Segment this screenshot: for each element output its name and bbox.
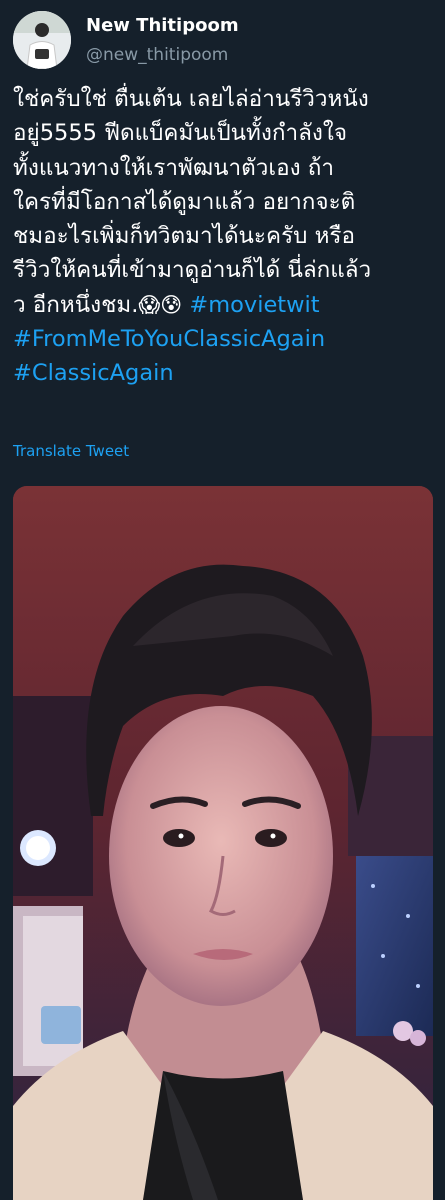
hashtag-link[interactable]: #ClassicAgain xyxy=(13,360,174,386)
tweet-text: ใช่ครับใช่ ตื่นเต้น เลยไล่อ่านรีวิวหนัง … xyxy=(13,82,433,391)
tweet-page: New Thitipoom @new_thitipoom ใช่ครับใช่ … xyxy=(0,0,445,1200)
tweet-text-fragment: ว อีกหนึ่งชม. xyxy=(13,291,139,318)
tweet-text-line: อยู่5555 ฟีดแบ็คมันเป็นทั้งกำลังใจ xyxy=(13,120,348,147)
avatar-photo-icon xyxy=(13,11,71,69)
tweet-text-line: ใช่ครับใช่ ตื่นเต้น เลยไล่อ่านรีวิวหนัง xyxy=(13,86,369,112)
user-handle[interactable]: @new_thitipoom xyxy=(86,44,228,66)
tweet-text-line: #ClassicAgain xyxy=(13,356,433,390)
tweet-text-line: ใครที่มีโอกาสได้ดูมาแล้ว อยากจะติ xyxy=(13,188,356,215)
tweet-media-photo[interactable] xyxy=(13,486,433,1200)
tweet-text-line: ทั้งแนวทางให้เราพัฒนาตัวเอง ถ้า xyxy=(13,154,335,181)
hashtag-link[interactable]: #FromMeToYouClassicAgain xyxy=(13,326,325,352)
hashtag-link[interactable]: #movietwit xyxy=(189,292,319,318)
translate-tweet-link[interactable]: Translate Tweet xyxy=(13,440,129,462)
display-name[interactable]: New Thitipoom xyxy=(86,15,239,37)
tweet-header: New Thitipoom @new_thitipoom xyxy=(13,11,433,71)
tweet-text-line: #FromMeToYouClassicAgain xyxy=(13,322,433,356)
avatar[interactable] xyxy=(13,11,71,69)
scream-emoji-icon: 😱 xyxy=(138,292,161,317)
tweet-text-line-last: ว อีกหนึ่งชม.😱😰 #movietwit xyxy=(13,288,433,322)
tweet-text-line: ชมอะไรเพิ่มก็ทวิตมาได้นะครับ หรือ xyxy=(13,223,356,250)
anxious-sweat-emoji-icon: 😰 xyxy=(160,292,183,317)
tweet-text-line: รีวิวให้คนที่เข้ามาดูอ่านก็ได้ นี่ล่กแล้… xyxy=(13,257,372,284)
selfie-photo-icon xyxy=(13,486,433,1200)
